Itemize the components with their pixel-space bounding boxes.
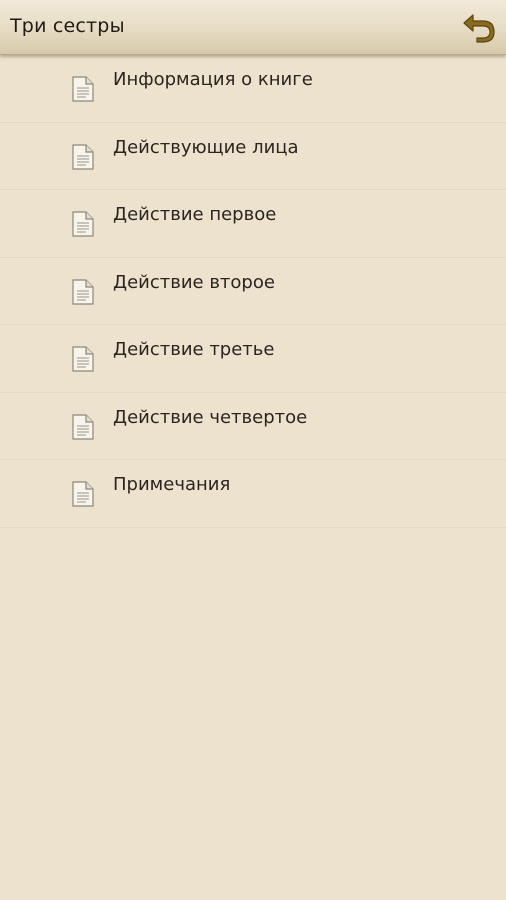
toc-item-info[interactable]: Информация о книге	[0, 55, 506, 123]
toc-item-label: Информация о книге	[113, 69, 313, 90]
toc-item-label: Действующие лица	[113, 136, 299, 158]
document-icon	[72, 278, 94, 305]
toc-item-label: Действие третье	[113, 339, 275, 360]
toc-item-notes[interactable]: Примечания	[0, 460, 506, 528]
back-button[interactable]	[458, 6, 500, 48]
toc-item-act-1[interactable]: Действие первое	[0, 190, 506, 258]
toc-item-act-2[interactable]: Действие второе	[0, 258, 506, 325]
toc-item-label: Действие второе	[113, 271, 275, 293]
toc-item-label: Действие первое	[113, 204, 277, 225]
document-icon	[72, 211, 94, 237]
toc-item-label: Примечания	[113, 474, 231, 495]
document-icon	[72, 346, 94, 372]
book-title: Три сестры	[10, 15, 125, 37]
back-arrow-icon	[463, 14, 495, 43]
table-of-contents: Информация о книге Действующие лица Дейс…	[0, 55, 506, 528]
toc-item-act-4[interactable]: Действие четвертое	[0, 393, 506, 460]
document-icon	[72, 481, 94, 507]
toc-item-label: Действие четвертое	[113, 406, 308, 428]
top-bar: Три сестры	[0, 0, 506, 55]
toc-item-characters[interactable]: Действующие лица	[0, 123, 506, 190]
document-icon	[72, 143, 94, 170]
toc-item-act-3[interactable]: Действие третье	[0, 325, 506, 393]
document-icon	[72, 413, 94, 440]
document-icon	[72, 76, 94, 102]
